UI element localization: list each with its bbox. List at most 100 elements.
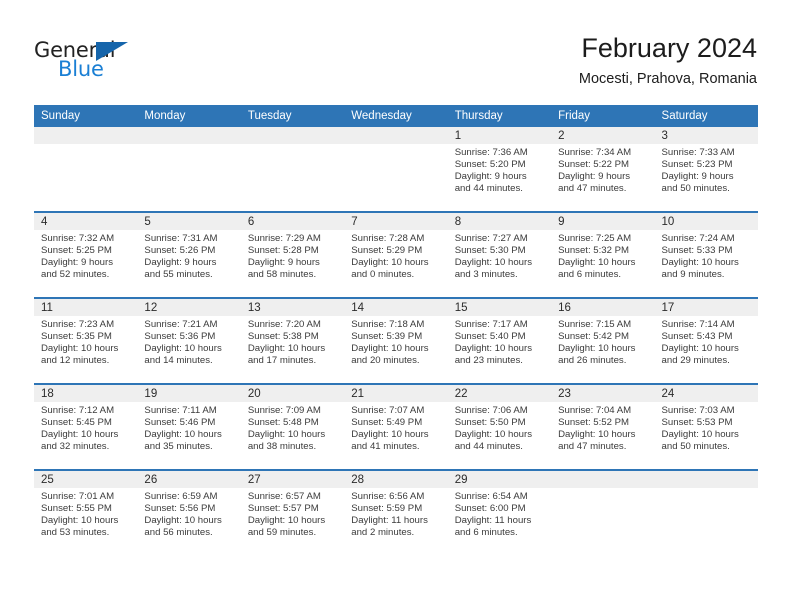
day-number: 2 bbox=[551, 127, 655, 144]
calendar-day-cell[interactable]: 18 Sunrise: 7:12 AM Sunset: 5:45 PM Dayligh… bbox=[34, 383, 138, 470]
sunrise-line: Sunrise: 7:04 AM bbox=[558, 405, 632, 416]
day-number: 13 bbox=[240, 299, 345, 316]
calendar-day-cell[interactable]: 7 Sunrise: 7:28 AM Sunset: 5:29 PM Daylight… bbox=[344, 211, 448, 298]
sunrise-line: Sunrise: 7:07 AM bbox=[351, 405, 425, 416]
daylight-line: Daylight: 10 hours bbox=[661, 343, 739, 355]
daylight-line: Daylight: 10 hours bbox=[558, 257, 636, 269]
calendar-day-cell[interactable]: 28 Sunrise: 6:56 AM Sunset: 5:59 PM Dayligh… bbox=[344, 469, 448, 555]
calendar-day-cell[interactable]: 9 Sunrise: 7:25 AM Sunset: 5:32 PM Daylight… bbox=[551, 211, 655, 298]
calendar-day-cell[interactable]: 19 Sunrise: 7:11 AM Sunset: 5:46 PM Dayligh… bbox=[137, 383, 241, 470]
sunset-line: Sunset: 5:39 PM bbox=[351, 331, 423, 343]
day-cell-content: 20 Sunrise: 7:09 AM Sunset: 5:48 PM Dayligh… bbox=[240, 385, 345, 469]
day-number: 11 bbox=[34, 299, 138, 316]
daylight-line: Daylight: 9 hours bbox=[454, 171, 527, 183]
sunset-line: Sunset: 5:56 PM bbox=[144, 503, 216, 515]
daylight-line-cont: and 44 minutes. bbox=[454, 183, 523, 195]
daylight-line: Daylight: 10 hours bbox=[41, 429, 119, 441]
day-cell-content: 8 Sunrise: 7:27 AM Sunset: 5:30 PM Daylight… bbox=[447, 213, 552, 297]
calendar-day-cell[interactable]: 23 Sunrise: 7:04 AM Sunset: 5:52 PM Dayligh… bbox=[551, 383, 655, 470]
day-number bbox=[344, 127, 448, 144]
day-details: Sunrise: 7:33 AM Sunset: 5:23 PM Daylight:… bbox=[655, 144, 758, 195]
calendar-day-cell[interactable]: 21 Sunrise: 7:07 AM Sunset: 5:49 PM Dayligh… bbox=[344, 383, 448, 470]
day-number: 12 bbox=[137, 299, 241, 316]
calendar-day-cell[interactable]: 12 Sunrise: 7:21 AM Sunset: 5:36 PM Dayligh… bbox=[137, 297, 241, 384]
sunrise-line: Sunrise: 7:17 AM bbox=[454, 319, 528, 330]
day-number: 1 bbox=[447, 127, 552, 144]
title-block: February 2024 Mocesti, Prahova, Romania bbox=[579, 32, 757, 88]
day-number: 28 bbox=[344, 471, 448, 488]
calendar-day-cell[interactable]: 25 Sunrise: 7:01 AM Sunset: 5:55 PM Dayligh… bbox=[34, 469, 138, 555]
daylight-line-cont: and 29 minutes. bbox=[661, 355, 730, 367]
day-cell-content: 22 Sunrise: 7:06 AM Sunset: 5:50 PM Dayligh… bbox=[447, 385, 552, 469]
calendar-week-row: 18 Sunrise: 7:12 AM Sunset: 5:45 PM Dayligh… bbox=[34, 383, 758, 470]
calendar-day-cell[interactable]: 3 Sunrise: 7:33 AM Sunset: 5:23 PM Daylight… bbox=[654, 127, 758, 212]
calendar-day-cell[interactable]: 26 Sunrise: 6:59 AM Sunset: 5:56 PM Dayligh… bbox=[137, 469, 241, 555]
day-details: Sunrise: 7:07 AM Sunset: 5:49 PM Daylight:… bbox=[344, 402, 447, 453]
day-number: 14 bbox=[344, 299, 448, 316]
day-number bbox=[551, 471, 655, 488]
day-number: 3 bbox=[654, 127, 758, 144]
day-cell-content: 11 Sunrise: 7:23 AM Sunset: 5:35 PM Dayligh… bbox=[34, 299, 138, 383]
calendar-day-cell[interactable]: 20 Sunrise: 7:09 AM Sunset: 5:48 PM Dayligh… bbox=[240, 383, 345, 470]
calendar-day-cell[interactable]: 24 Sunrise: 7:03 AM Sunset: 5:53 PM Dayligh… bbox=[654, 383, 758, 470]
daylight-line-cont: and 44 minutes. bbox=[454, 441, 523, 453]
daylight-line: Daylight: 10 hours bbox=[454, 429, 533, 441]
daylight-line-cont: and 47 minutes. bbox=[558, 183, 627, 195]
calendar-day-cell[interactable]: 29 Sunrise: 6:54 AM Sunset: 6:00 PM Dayligh… bbox=[447, 469, 552, 555]
day-number: 8 bbox=[447, 213, 552, 230]
daylight-line: Daylight: 10 hours bbox=[144, 343, 222, 355]
calendar-day-cell[interactable]: 4 Sunrise: 7:32 AM Sunset: 5:25 PM Daylight… bbox=[34, 211, 138, 298]
sunrise-line: Sunrise: 7:14 AM bbox=[661, 319, 735, 330]
daylight-line-cont: and 3 minutes. bbox=[454, 269, 518, 281]
daylight-line: Daylight: 10 hours bbox=[558, 343, 636, 355]
sunrise-line: Sunrise: 7:36 AM bbox=[454, 147, 528, 158]
day-cell-content: 4 Sunrise: 7:32 AM Sunset: 5:25 PM Daylight… bbox=[34, 213, 138, 297]
calendar-day-cell bbox=[137, 127, 241, 212]
day-cell-content: 19 Sunrise: 7:11 AM Sunset: 5:46 PM Dayligh… bbox=[137, 385, 241, 469]
location-subtitle: Mocesti, Prahova, Romania bbox=[578, 71, 757, 87]
calendar-day-cell[interactable]: 27 Sunrise: 6:57 AM Sunset: 5:57 PM Dayligh… bbox=[240, 469, 345, 555]
sunrise-line: Sunrise: 7:18 AM bbox=[351, 319, 425, 330]
daylight-line: Daylight: 10 hours bbox=[351, 429, 429, 441]
day-cell-content: 9 Sunrise: 7:25 AM Sunset: 5:32 PM Daylight… bbox=[551, 213, 655, 297]
daylight-line-cont: and 52 minutes. bbox=[41, 269, 110, 281]
calendar-day-cell[interactable]: 13 Sunrise: 7:20 AM Sunset: 5:38 PM Dayligh… bbox=[240, 297, 345, 384]
calendar-day-cell[interactable]: 22 Sunrise: 7:06 AM Sunset: 5:50 PM Dayligh… bbox=[447, 383, 552, 470]
day-cell-content: 24 Sunrise: 7:03 AM Sunset: 5:53 PM Dayligh… bbox=[654, 385, 758, 469]
day-number bbox=[240, 127, 345, 144]
sunset-line: Sunset: 5:29 PM bbox=[351, 245, 423, 257]
calendar-day-cell[interactable]: 16 Sunrise: 7:15 AM Sunset: 5:42 PM Dayligh… bbox=[551, 297, 655, 384]
sunset-line: Sunset: 5:46 PM bbox=[144, 417, 216, 429]
daylight-line-cont: and 0 minutes. bbox=[351, 269, 415, 281]
day-cell-content: 18 Sunrise: 7:12 AM Sunset: 5:45 PM Dayligh… bbox=[34, 385, 138, 469]
sunrise-line: Sunrise: 7:01 AM bbox=[41, 491, 115, 502]
calendar-day-cell[interactable]: 10 Sunrise: 7:24 AM Sunset: 5:33 PM Dayligh… bbox=[654, 211, 758, 298]
day-cell-content: 1 Sunrise: 7:36 AM Sunset: 5:20 PM Daylight… bbox=[447, 127, 552, 211]
sunset-line: Sunset: 5:59 PM bbox=[351, 503, 423, 515]
sunset-line: Sunset: 5:33 PM bbox=[661, 245, 733, 257]
day-details: Sunrise: 7:03 AM Sunset: 5:53 PM Daylight:… bbox=[655, 402, 758, 453]
daylight-line: Daylight: 10 hours bbox=[41, 343, 119, 355]
calendar-day-cell[interactable]: 2 Sunrise: 7:34 AM Sunset: 5:22 PM Daylight… bbox=[551, 127, 655, 212]
logo-text-blue: Blue bbox=[58, 57, 104, 81]
sunset-line: Sunset: 5:49 PM bbox=[351, 417, 423, 429]
sunrise-line: Sunrise: 7:33 AM bbox=[661, 147, 735, 158]
calendar-day-cell[interactable]: 6 Sunrise: 7:29 AM Sunset: 5:28 PM Daylight… bbox=[240, 211, 345, 298]
calendar-week-row: 4 Sunrise: 7:32 AM Sunset: 5:25 PM Daylight… bbox=[34, 211, 758, 298]
calendar-day-cell[interactable]: 11 Sunrise: 7:23 AM Sunset: 5:35 PM Dayligh… bbox=[34, 297, 138, 384]
daylight-line: Daylight: 10 hours bbox=[351, 343, 429, 355]
day-details: Sunrise: 7:11 AM Sunset: 5:46 PM Daylight:… bbox=[137, 402, 240, 453]
calendar-day-cell[interactable]: 8 Sunrise: 7:27 AM Sunset: 5:30 PM Daylight… bbox=[447, 211, 552, 298]
calendar-day-cell[interactable]: 14 Sunrise: 7:18 AM Sunset: 5:39 PM Dayligh… bbox=[344, 297, 448, 384]
day-cell-content: 25 Sunrise: 7:01 AM Sunset: 5:55 PM Dayligh… bbox=[34, 471, 138, 555]
day-cell-content bbox=[551, 471, 655, 555]
sunset-line: Sunset: 5:38 PM bbox=[247, 331, 319, 343]
calendar-day-cell[interactable]: 15 Sunrise: 7:17 AM Sunset: 5:40 PM Dayligh… bbox=[447, 297, 552, 384]
daylight-line: Daylight: 10 hours bbox=[351, 257, 429, 269]
calendar-day-cell[interactable]: 5 Sunrise: 7:31 AM Sunset: 5:26 PM Daylight… bbox=[137, 211, 241, 298]
calendar-day-cell[interactable]: 17 Sunrise: 7:14 AM Sunset: 5:43 PM Dayligh… bbox=[654, 297, 758, 384]
day-number: 10 bbox=[654, 213, 758, 230]
sunset-line: Sunset: 5:22 PM bbox=[558, 159, 630, 171]
calendar-day-cell[interactable]: 1 Sunrise: 7:36 AM Sunset: 5:20 PM Daylight… bbox=[447, 127, 552, 212]
day-details: Sunrise: 7:34 AM Sunset: 5:22 PM Daylight:… bbox=[551, 144, 654, 195]
